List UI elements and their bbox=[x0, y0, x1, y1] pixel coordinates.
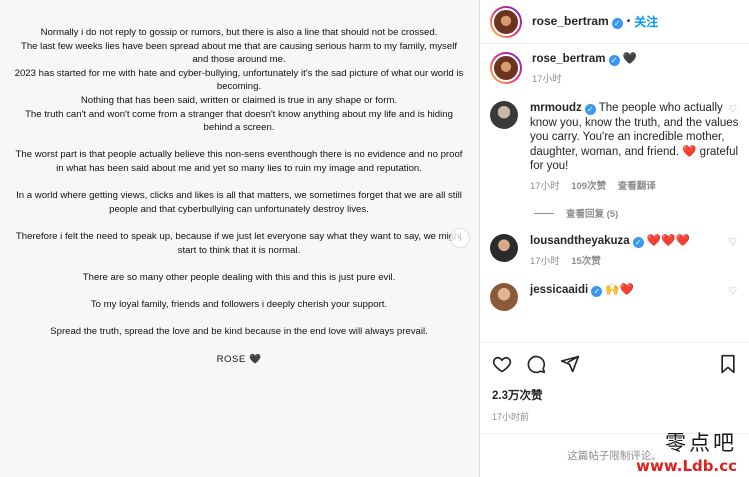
comment-body: mrmoudz ✓ The people who actually know yo… bbox=[530, 101, 739, 194]
chevron-right-icon: › bbox=[458, 231, 462, 245]
comment-body: lousandtheyakuza ✓ ❤️❤️❤️ 17小时 15次赞 bbox=[530, 234, 739, 269]
statement-paragraph: Therefore i felt the need to speak up, b… bbox=[15, 230, 463, 256]
statement-paragraph: The worst part is that people actually b… bbox=[15, 149, 463, 174]
statement-paragraph: There are so many other people dealing w… bbox=[82, 271, 396, 283]
commenter-avatar[interactable] bbox=[490, 283, 518, 311]
comment-body: jessicaaidi ✓ 🙌❤️ bbox=[530, 283, 739, 311]
like-comment-heart-icon[interactable]: ♡ bbox=[728, 286, 737, 297]
caption-body: rose_bertram ✓ 🖤 17小时 bbox=[532, 52, 739, 87]
commenter-avatar[interactable] bbox=[490, 234, 518, 262]
comment-text: ❤️❤️❤️ bbox=[646, 235, 690, 247]
save-bookmark-icon[interactable] bbox=[719, 354, 737, 379]
commenter-username[interactable]: mrmoudz bbox=[530, 102, 582, 114]
carousel-next-button[interactable]: › bbox=[450, 228, 470, 248]
replies-divider bbox=[534, 212, 554, 214]
verified-badge-icon: ✓ bbox=[591, 286, 603, 297]
statement-signature: ROSE 🖤 bbox=[216, 353, 262, 365]
caption-row: rose_bertram ✓ 🖤 17小时 bbox=[480, 52, 749, 87]
author-username[interactable]: rose_bertram ✓ bbox=[532, 14, 623, 29]
translate-link[interactable]: 查看翻译 bbox=[618, 181, 656, 192]
statement-paragraph: In a world where getting views, clicks a… bbox=[16, 190, 462, 215]
like-comment-heart-icon[interactable]: ♡ bbox=[728, 237, 737, 248]
verified-badge-icon: ✓ bbox=[632, 237, 644, 248]
commenter-username[interactable]: lousandtheyakuza bbox=[530, 235, 630, 247]
comments-panel: rose_bertram ✓ • 关注 rose_bertram ✓ 🖤 17小时 … bbox=[480, 0, 749, 477]
watermark: 零点吧 www.Ldb.cc bbox=[636, 427, 737, 475]
comment-meta: 17小时 109次赞 查看翻译 bbox=[530, 180, 739, 195]
view-replies-label[interactable]: 查看回复 (5) bbox=[566, 206, 618, 220]
comment-item: lousandtheyakuza ✓ ❤️❤️❤️ 17小时 15次赞 ♡ bbox=[480, 234, 749, 269]
comment-likes[interactable]: 15次赞 bbox=[571, 256, 601, 267]
verified-badge-icon: ✓ bbox=[608, 55, 620, 66]
commenter-username[interactable]: jessicaaidi bbox=[530, 284, 588, 296]
statement-paragraph: Normally i do not reply to gossip or rum… bbox=[14, 27, 464, 134]
commenter-avatar[interactable] bbox=[490, 101, 518, 129]
author-username-text[interactable]: rose_bertram bbox=[532, 14, 609, 28]
action-icons bbox=[492, 353, 737, 379]
post-image: Normally i do not reply to gossip or rum… bbox=[0, 0, 480, 477]
post-actions: 2.3万次赞 17小时前 bbox=[480, 342, 749, 423]
translate-link-text[interactable]: 查看翻译 bbox=[618, 181, 656, 192]
watermark-url: www.Ldb.cc bbox=[636, 457, 737, 475]
statement-paragraph: To my loyal family, friends and follower… bbox=[90, 298, 388, 310]
statement-paragraph: Spread the truth, spread the love and be… bbox=[50, 326, 428, 338]
comment-meta: 17小时 15次赞 bbox=[530, 255, 739, 270]
caption-username[interactable]: rose_bertram bbox=[532, 53, 606, 65]
post-header: rose_bertram ✓ • 关注 bbox=[480, 0, 749, 44]
comment-time: 17小时 bbox=[530, 180, 560, 192]
comment-text: 🙌❤️ bbox=[605, 284, 635, 296]
comment-likes-text[interactable]: 109次赞 bbox=[571, 181, 606, 192]
comment-bubble-icon[interactable] bbox=[526, 354, 546, 379]
caption-time: 17小时 bbox=[532, 73, 562, 85]
author-avatar[interactable] bbox=[490, 5, 522, 38]
comment-likes[interactable]: 109次赞 bbox=[571, 181, 606, 192]
comment-list[interactable]: rose_bertram ✓ 🖤 17小时 mrmoudz ✓ The people… bbox=[480, 52, 749, 342]
like-comment-heart-icon[interactable]: ♡ bbox=[728, 104, 737, 115]
like-heart-icon[interactable] bbox=[492, 354, 512, 379]
separator-dot: • bbox=[626, 16, 631, 27]
verified-badge-icon: ✓ bbox=[611, 18, 623, 29]
caption-meta: 17小时 bbox=[532, 73, 739, 88]
post-statement: Normally i do not reply to gossip or rum… bbox=[14, 26, 464, 380]
caption-emoji: 🖤 bbox=[622, 53, 638, 65]
comment-item: jessicaaidi ✓ 🙌❤️ ♡ bbox=[480, 283, 749, 311]
comment-time: 17小时 bbox=[530, 255, 560, 267]
view-replies-button[interactable]: 查看回复 (5) bbox=[534, 206, 749, 220]
comment-item: mrmoudz ✓ The people who actually know yo… bbox=[480, 101, 749, 194]
verified-badge-icon: ✓ bbox=[584, 104, 596, 115]
comment-likes-text[interactable]: 15次赞 bbox=[571, 256, 601, 267]
follow-button[interactable]: 关注 bbox=[634, 13, 658, 30]
caption-avatar[interactable] bbox=[490, 52, 522, 84]
watermark-title: 零点吧 bbox=[665, 431, 737, 455]
post-timestamp: 17小时前 bbox=[492, 412, 530, 422]
share-paper-plane-icon[interactable] bbox=[560, 354, 580, 379]
likes-count[interactable]: 2.3万次赞 bbox=[492, 387, 737, 403]
